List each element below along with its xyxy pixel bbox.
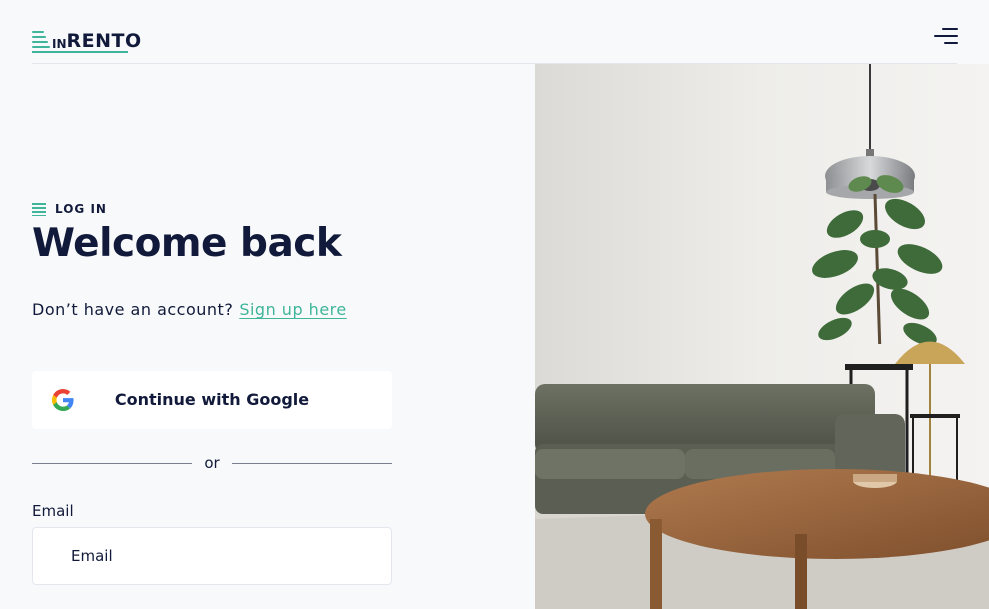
logo-in: IN: [52, 37, 67, 51]
signup-link[interactable]: Sign up here: [239, 300, 346, 319]
google-button-label: Continue with Google: [114, 390, 310, 409]
inrento-logo[interactable]: IN RENTO: [32, 25, 142, 53]
stripes-icon: [32, 202, 46, 216]
email-field[interactable]: [32, 527, 392, 585]
page-title: Welcome back: [32, 221, 342, 266]
email-label: Email: [32, 502, 74, 520]
logo-text: IN RENTO: [52, 32, 142, 51]
logo-mark-icon: [32, 29, 50, 51]
logo-underline: [32, 51, 128, 53]
no-account-text: Don’t have an account?: [32, 300, 234, 319]
divider-or-text: or: [204, 454, 220, 472]
continue-with-google-button[interactable]: Continue with Google: [32, 371, 392, 429]
logo-rento: RENTO: [66, 30, 142, 52]
site-header: IN RENTO: [0, 0, 989, 64]
eyebrow-label: LOG IN: [55, 202, 107, 216]
or-divider: or: [32, 452, 392, 474]
login-eyebrow: LOG IN: [32, 202, 107, 216]
signup-prompt: Don’t have an account? Sign up here: [32, 300, 347, 319]
hamburger-menu-icon[interactable]: [932, 27, 958, 45]
living-room-photo: [535, 64, 989, 609]
